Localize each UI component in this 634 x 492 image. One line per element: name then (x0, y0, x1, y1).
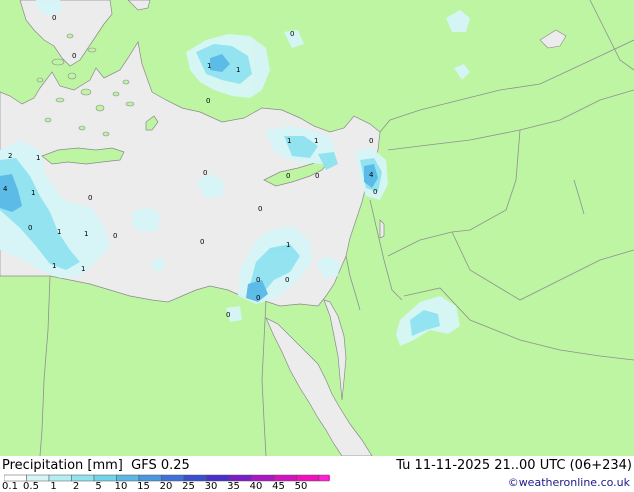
point-value: 1 (31, 189, 35, 197)
scale-tick-label: 0.5 (23, 481, 39, 492)
point-value: 0 (315, 172, 319, 180)
precipitation-map: 0 0 0 1 1 0 2 1 4 1 0 0 1 1 0 1 1 0 1 1 … (0, 0, 634, 457)
point-value: 1 (236, 66, 240, 74)
point-value: 0 (52, 14, 56, 22)
scale-tick-label: 50 (294, 481, 308, 492)
point-value: 0 (256, 294, 260, 302)
point-value: 0 (285, 276, 289, 284)
point-value: 1 (81, 265, 85, 273)
scale-tick-label: 15 (137, 481, 150, 492)
point-value: 0 (28, 224, 32, 232)
point-value: 0 (88, 194, 92, 202)
scale-swatch (318, 474, 330, 482)
point-value: 1 (286, 241, 290, 249)
credit-link[interactable]: ©weatheronline.co.uk (508, 476, 630, 489)
point-value: 0 (226, 311, 230, 319)
scale-tick-label: 2 (72, 481, 80, 492)
point-value: 0 (373, 188, 377, 196)
point-value: 0 (369, 137, 373, 145)
point-value: 4 (369, 171, 374, 179)
point-value: 0 (258, 205, 262, 213)
variable-label: Precipitation [mm] (2, 458, 123, 473)
scale-tick-label: 10 (114, 481, 128, 492)
scale-tick-label: 40 (249, 481, 263, 492)
point-value: 0 (290, 30, 294, 38)
legend-panel: Precipitation [mm] GFS 0.25 Tu 11-11-202… (0, 456, 634, 492)
point-value: 4 (3, 185, 8, 193)
point-value: 0 (206, 97, 210, 105)
point-value: 0 (72, 52, 76, 60)
scale-tick-label: 0.1 (2, 481, 18, 492)
scale-arrow (329, 475, 330, 481)
scale-tick-label: 35 (227, 481, 240, 492)
point-value: 0 (256, 276, 260, 284)
scale-tick-label: 25 (182, 481, 195, 492)
map-svg: 0 0 0 1 1 0 2 1 4 1 0 0 1 1 0 1 1 0 1 1 … (0, 0, 634, 457)
point-value: 0 (203, 169, 207, 177)
point-value: 1 (314, 137, 318, 145)
scale-tick-label: 30 (204, 481, 218, 492)
point-value: 1 (57, 228, 61, 236)
point-value: 2 (8, 152, 12, 160)
map-title: Precipitation [mm] GFS 0.25 (2, 459, 190, 472)
point-value: 1 (36, 154, 40, 162)
scale-tick-label: 20 (159, 481, 173, 492)
point-value: 1 (207, 62, 211, 70)
scale-tick-label: 1 (50, 481, 57, 492)
point-value: 1 (84, 230, 88, 238)
scale-tick-label: 45 (272, 481, 285, 492)
scale-tick-label: 5 (95, 481, 102, 492)
valid-time: Tu 11-11-2025 21..00 UTC (06+234) (396, 458, 632, 473)
point-value: 0 (286, 172, 290, 180)
point-value: 0 (113, 232, 117, 240)
point-value: 1 (52, 262, 56, 270)
color-scale-labels: 0.1 0.5 1 2 5 10 15 20 25 30 35 40 45 50 (0, 482, 330, 492)
model-label: GFS 0.25 (131, 458, 190, 473)
point-value: 0 (200, 238, 204, 246)
point-value: 1 (287, 137, 291, 145)
